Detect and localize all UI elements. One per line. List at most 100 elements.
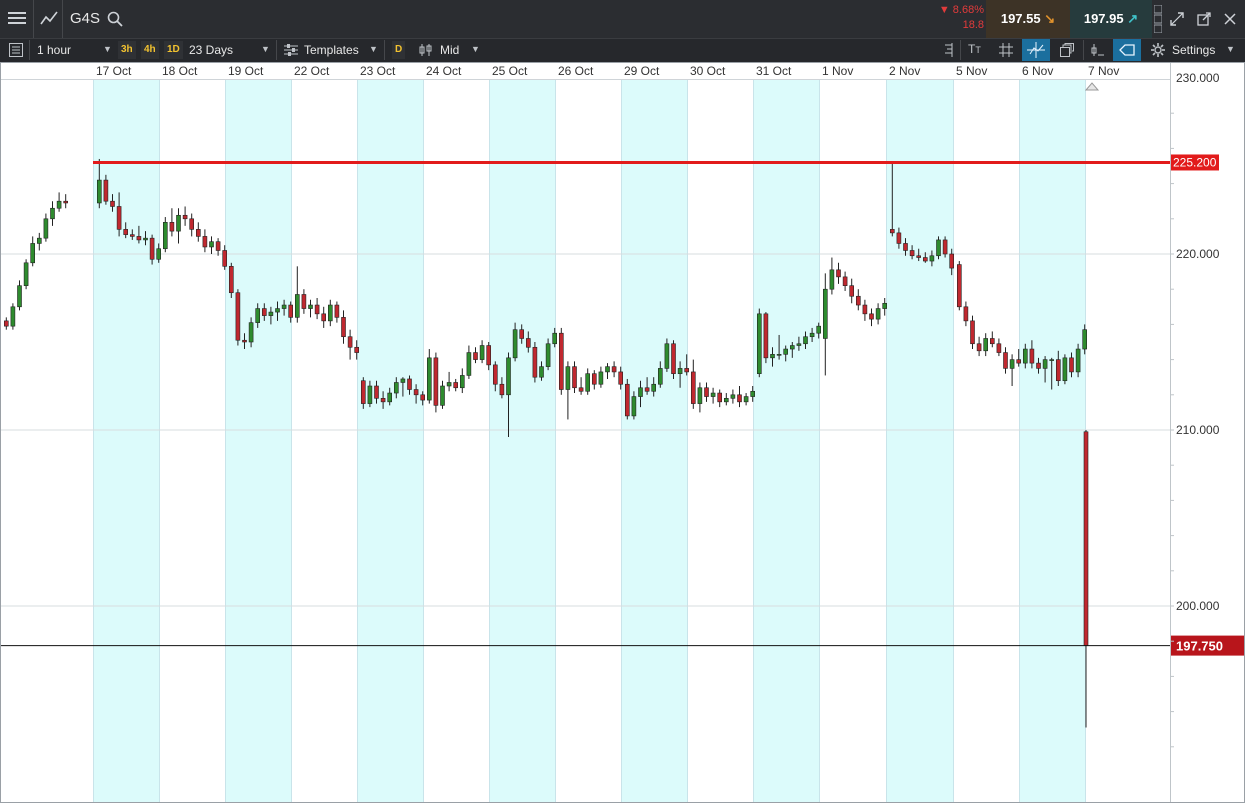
candle [671,340,676,379]
candle-body [321,313,327,322]
price-type-select[interactable]: Mid [440,38,459,62]
buy-price-button[interactable]: 197.95 ↗ [1070,0,1152,38]
day-band [225,80,291,803]
close-icon[interactable] [1224,12,1236,30]
chart-toolbar [0,38,1245,63]
candle-body [684,368,690,373]
candle-body [506,357,511,396]
candle [235,289,241,346]
candle-body [743,396,749,403]
candle-body [803,336,808,345]
candle-body [202,236,208,248]
candle-body [789,345,795,350]
layers-icon[interactable] [1060,43,1074,62]
templates-button[interactable]: Templates [304,38,359,62]
x-tick-label: 22 Oct [294,64,330,78]
sell-price-button[interactable]: 197.55 ↘ [986,0,1070,38]
price-chart[interactable]: 225.200 197.750 17 Oct 18 Oct 19 Oct 22 Oct 2… [0,62,1245,803]
candle [229,262,234,298]
chart-line-icon[interactable] [40,10,58,31]
candle-body [1042,359,1048,369]
title-bar: G4S ▼ 8.68% 18.8 197.55 ↘ 197.95 ↗ [0,0,1245,38]
quick-interval-3h[interactable]: 3h [118,41,136,59]
candle-body [387,392,393,403]
candle-body [116,206,122,230]
gear-icon[interactable] [1151,43,1165,62]
scale-icon[interactable] [940,43,954,62]
d-chip[interactable]: D [392,41,406,59]
candle-body [631,396,637,417]
search-icon[interactable] [107,11,123,32]
quick-interval-1d[interactable]: 1D [164,41,183,59]
candle-body [1049,359,1054,361]
candle-body [558,332,564,390]
candle-body [585,373,591,392]
candle [433,352,439,413]
settings-button[interactable]: Settings [1172,38,1215,62]
candle-body [1083,431,1089,646]
symbol-label[interactable]: G4S [70,0,100,38]
candle-body [989,338,995,345]
candle [763,312,769,364]
candle-body [552,332,558,345]
range-select[interactable]: 23 Days [189,38,233,62]
candle-body [23,262,29,286]
y-tick-label: 220.000 [1176,247,1220,261]
candle-body [578,387,584,392]
candle-body [466,352,472,376]
candle-body [869,313,874,320]
candle-body [426,357,432,401]
candle-body [314,304,320,315]
candle-body [618,371,624,385]
candle-body [169,222,175,232]
chevron-down-icon: ▼ [1226,44,1235,54]
tools-icon[interactable] [1091,43,1105,62]
x-tick-label: 30 Oct [690,64,726,78]
candle-body [380,398,386,403]
interval-select[interactable]: 1 hour [37,38,71,62]
candle-body [638,387,643,397]
candle-body [4,320,9,327]
list-icon[interactable] [9,43,23,62]
candle-body [10,306,16,327]
candle-body [697,387,703,404]
templates-icon [284,43,298,62]
candle-body [605,366,610,373]
candle [163,217,168,253]
candle-body [776,354,782,356]
day-band [357,80,423,803]
day-band [93,80,159,803]
candle-body [43,218,49,239]
candle-body [209,241,214,248]
x-tick-label: 2 Nov [889,64,920,78]
x-tick-label: 26 Oct [558,64,594,78]
candle-body [30,243,36,264]
text-icon[interactable]: TT [968,42,981,56]
candle [936,236,941,260]
candle-body [796,343,802,346]
candle-body [942,239,948,255]
x-tick-label: 19 Oct [228,64,264,78]
expand-icon[interactable] [1170,12,1184,31]
candle [10,303,16,330]
quick-interval-4h[interactable]: 4h [141,41,159,59]
candle-body [936,239,941,257]
layout-icon[interactable] [1153,4,1163,38]
candle-body [903,243,908,251]
candle-body [1036,362,1041,369]
candle-body [367,385,373,404]
grid-icon[interactable] [999,43,1013,62]
candle-body [750,390,756,397]
candle-body [222,250,227,267]
arrow-up-icon: ↗ [1127,11,1139,26]
candle-body [539,366,544,378]
candle-body [664,343,670,369]
candles-icon[interactable] [419,43,433,62]
popout-icon[interactable] [1197,12,1211,31]
candle-body [255,308,260,323]
candle-body [829,269,835,290]
candle [756,308,762,378]
candle-body [334,304,340,318]
x-tick-label: 1 Nov [822,64,853,78]
menu-icon[interactable] [8,10,26,31]
